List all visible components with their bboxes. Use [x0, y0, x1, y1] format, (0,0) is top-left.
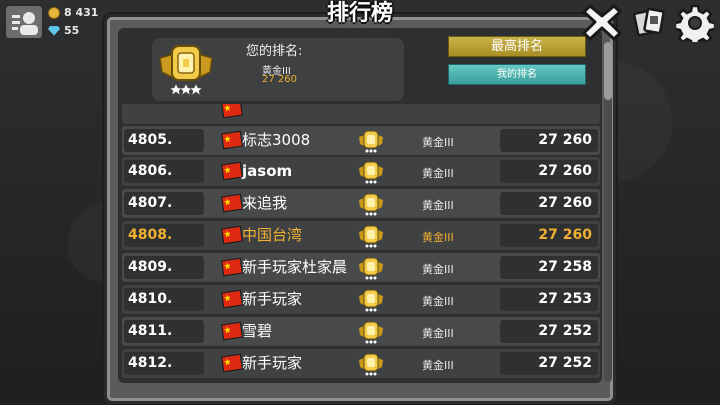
row-rank: 4805.: [124, 129, 204, 152]
my-rank-score: 27 260: [262, 74, 297, 85]
tab-my-rank[interactable]: 我的排名: [448, 64, 586, 85]
row-rank: 4811.: [124, 320, 204, 343]
row-tier: 黄金III: [422, 359, 454, 372]
row-score: 27 260: [500, 129, 598, 152]
gold-league-badge-icon: [359, 193, 383, 216]
gold-league-badge-icon: [359, 225, 383, 248]
row-score: 27 252: [500, 352, 598, 375]
china-flag-icon: [220, 130, 244, 150]
china-flag-icon: [220, 353, 244, 373]
china-flag-icon: [220, 321, 244, 341]
china-flag-icon: [220, 289, 244, 309]
gold-league-badge-icon: [359, 289, 383, 312]
row-player-name: 新手玩家: [242, 354, 303, 372]
row-score: 27 260: [500, 192, 598, 215]
row-tier: 黄金III: [422, 199, 454, 212]
row-score: 27 252: [500, 320, 598, 343]
row-player-name: 来追我: [242, 194, 288, 212]
row-rank: 4809.: [124, 256, 204, 279]
row-player-name: 标志3008: [242, 131, 311, 149]
table-row[interactable]: 4810. 新手玩家 黄金III 27 253: [122, 285, 600, 314]
row-tier: 黄金III: [422, 231, 454, 244]
row-tier: 黄金III: [422, 327, 454, 340]
panel-title: 排行榜: [326, 1, 393, 26]
row-score: 27 258: [500, 256, 598, 279]
row-tier: 黄金III: [422, 167, 454, 180]
china-flag-icon: [220, 193, 244, 213]
table-row[interactable]: 4805. 标志3008 黄金III 27 260: [122, 126, 600, 155]
row-tier: 黄金III: [422, 136, 454, 149]
row-player-name: 新手玩家: [242, 290, 303, 308]
gold-league-badge-icon: [359, 130, 383, 153]
row-rank: 4812.: [124, 352, 204, 375]
china-flag-icon: [220, 257, 244, 277]
china-flag-icon: [220, 104, 244, 119]
table-row-current-player[interactable]: 4808. 中国台湾 黄金III 27 260: [122, 221, 600, 250]
row-player-name: 雪碧: [242, 322, 273, 340]
table-row[interactable]: 4809. 新手玩家杜家晨 黄金III 27 258: [122, 253, 600, 282]
china-flag-icon: [220, 161, 244, 181]
row-score: 27 260: [500, 160, 598, 183]
leaderboard-list[interactable]: 4805. 标志3008 黄金III 27 260 4806. jasom 黄金…: [122, 104, 600, 380]
table-row-partial: [122, 104, 600, 124]
china-flag-icon: [220, 225, 244, 245]
row-rank: 4808.: [124, 224, 204, 247]
gold-league-badge-icon: [359, 257, 383, 280]
row-player-name: 中国台湾: [242, 226, 303, 244]
gold-league-badge-icon: [359, 161, 383, 184]
tab-best-rank[interactable]: 最高排名: [448, 36, 586, 57]
table-row[interactable]: 4811. 雪碧 黄金III 27 252: [122, 317, 600, 346]
row-tier: 黄金III: [422, 295, 454, 308]
row-player-name: 新手玩家杜家晨: [242, 258, 348, 276]
table-row[interactable]: 4806. jasom 黄金III 27 260: [122, 157, 600, 186]
row-player-name: jasom: [242, 162, 293, 180]
gold-league-badge-icon: [159, 45, 213, 96]
gold-league-badge-icon: [359, 353, 383, 376]
row-rank: 4806.: [124, 160, 204, 183]
list-scrollbar-thumb[interactable]: [604, 42, 612, 100]
table-row[interactable]: 4812. 新手玩家 黄金III 27 252: [122, 349, 600, 378]
gold-league-badge-icon: [359, 321, 383, 344]
row-tier: 黄金III: [422, 263, 454, 276]
row-rank: 4810.: [124, 288, 204, 311]
row-score: 27 253: [500, 288, 598, 311]
my-rank-label: 您的排名:: [246, 44, 303, 59]
table-row[interactable]: 4807. 来追我 黄金III 27 260: [122, 189, 600, 218]
row-rank: 4807.: [124, 192, 204, 215]
row-score: 27 260: [500, 224, 598, 247]
